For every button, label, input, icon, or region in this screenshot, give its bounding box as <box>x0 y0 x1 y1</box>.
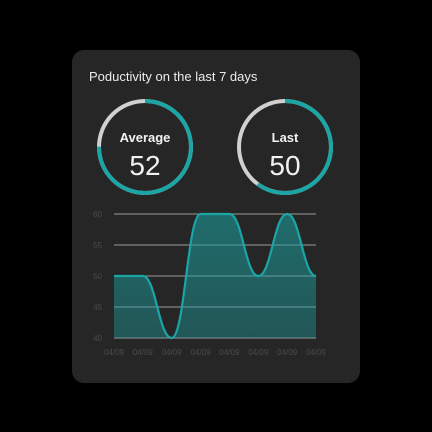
productivity-area-chart: 605550454004/09 04/09 04/09 04/09 04/09 04/09… <box>93 210 327 357</box>
y-tick-label: 50 <box>93 272 102 281</box>
x-tick-label: 04/09 <box>162 348 183 357</box>
x-tick-label: 04/09 <box>277 348 298 357</box>
y-tick-label: 45 <box>93 303 102 312</box>
x-tick-label: 04/09 <box>133 348 154 357</box>
x-tick-label: 04/09 <box>219 348 240 357</box>
productivity-card: Poductivity on the last 7 days Average 5… <box>72 50 360 383</box>
y-tick-label: 55 <box>93 241 102 250</box>
y-tick-label: 40 <box>93 334 102 343</box>
x-tick-label: 04/09 <box>191 348 212 357</box>
x-tick-label: 04/09 <box>306 348 327 357</box>
y-tick-label: 60 <box>93 210 102 219</box>
x-tick-label: 04/09 <box>104 348 125 357</box>
x-tick-label: 04/09 <box>248 348 269 357</box>
